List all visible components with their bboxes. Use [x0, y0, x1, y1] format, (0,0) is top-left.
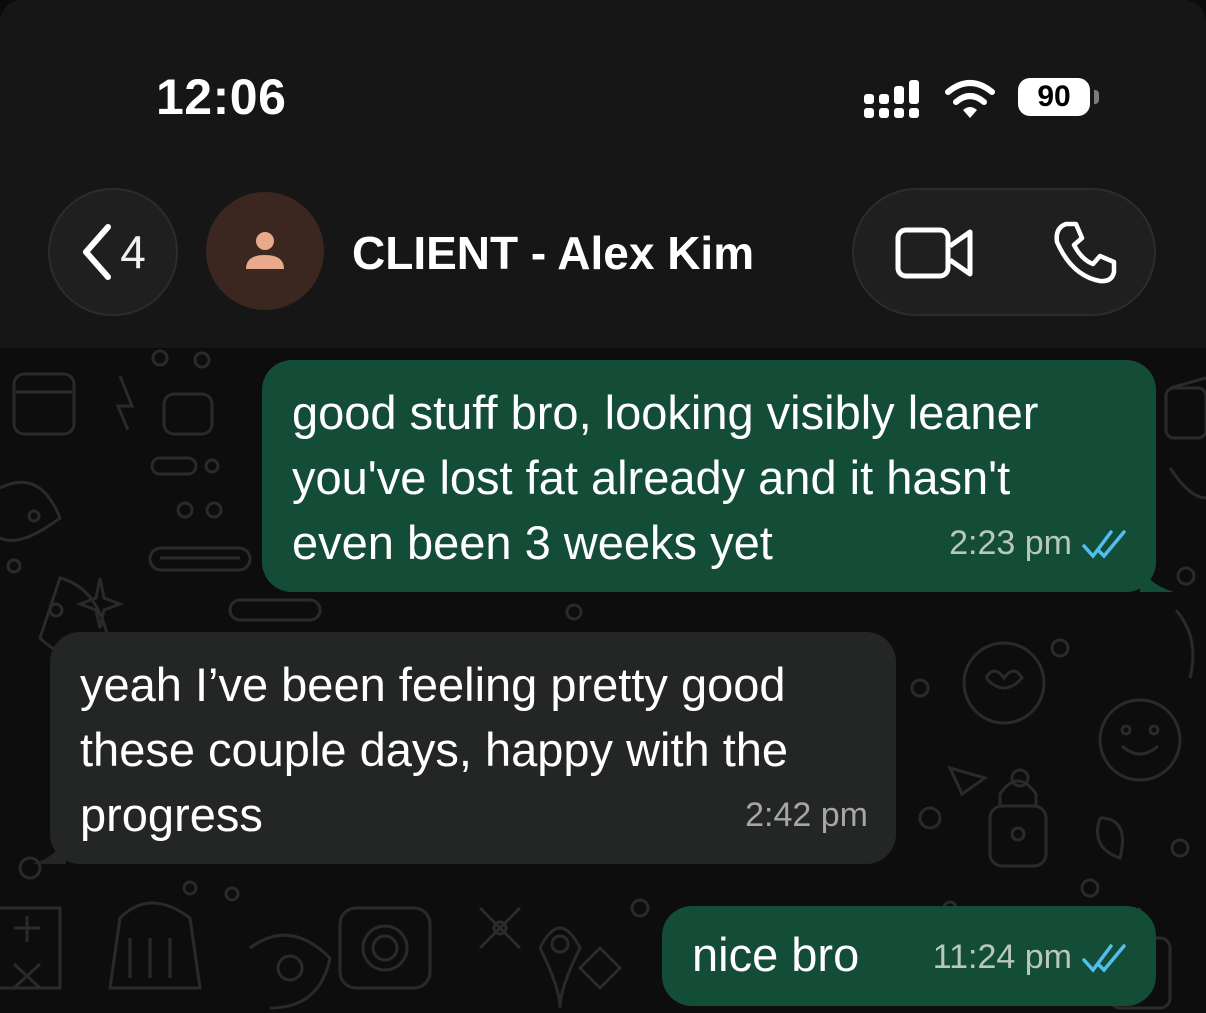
signal-icon [864, 80, 919, 118]
message-text-line: yeah I’ve been feeling pretty good [80, 658, 786, 711]
chat-header: 4 CLIENT - Alex Kim [0, 180, 1206, 348]
message-list[interactable]: good stuff bro, looking visibly leaner y… [0, 348, 1206, 1013]
back-button[interactable]: 4 [48, 188, 178, 316]
message-meta: 2:42 pm [745, 783, 868, 848]
message-text-line: good stuff bro, looking visibly leaner [292, 386, 1039, 439]
battery-icon: 90 [1018, 78, 1090, 116]
message-text-line: you've lost fat already and it hasn't [292, 451, 1011, 504]
call-actions [852, 188, 1156, 316]
wifi-icon [945, 80, 995, 118]
phone-icon[interactable] [1052, 220, 1118, 286]
message-text-line: these couple days, happy with the [80, 723, 789, 776]
battery-tip [1094, 90, 1099, 104]
message-meta: 11:24 pm [933, 925, 1128, 990]
read-ticks-icon [1082, 529, 1126, 559]
read-ticks-icon [1082, 943, 1126, 973]
bubble-tail [32, 834, 66, 864]
message-time: 2:23 pm [949, 524, 1072, 562]
person-icon [246, 232, 284, 269]
message-bubble-outgoing[interactable]: nice bro 11:24 pm [662, 906, 1156, 1006]
unread-count: 4 [120, 226, 146, 278]
chevron-left-icon [83, 224, 112, 280]
bubble-tail [1140, 562, 1174, 592]
status-time: 12:06 [156, 69, 287, 125]
status-bar: 12:06 90 [0, 0, 1206, 180]
chat-screen: 12:06 90 4 CLIENT - Alex Kim good stuff … [0, 0, 1206, 1013]
battery-level: 90 [1037, 80, 1071, 113]
contact-name[interactable]: CLIENT - Alex Kim [352, 226, 754, 280]
video-camera-icon[interactable] [894, 224, 976, 282]
message-bubble-incoming[interactable]: yeah I’ve been feeling pretty good these… [50, 632, 896, 864]
message-time: 2:42 pm [745, 796, 868, 834]
avatar[interactable] [206, 192, 324, 310]
message-meta: 2:23 pm [949, 511, 1128, 576]
message-time: 11:24 pm [932, 938, 1072, 976]
message-bubble-outgoing[interactable]: good stuff bro, looking visibly leaner y… [262, 360, 1156, 592]
